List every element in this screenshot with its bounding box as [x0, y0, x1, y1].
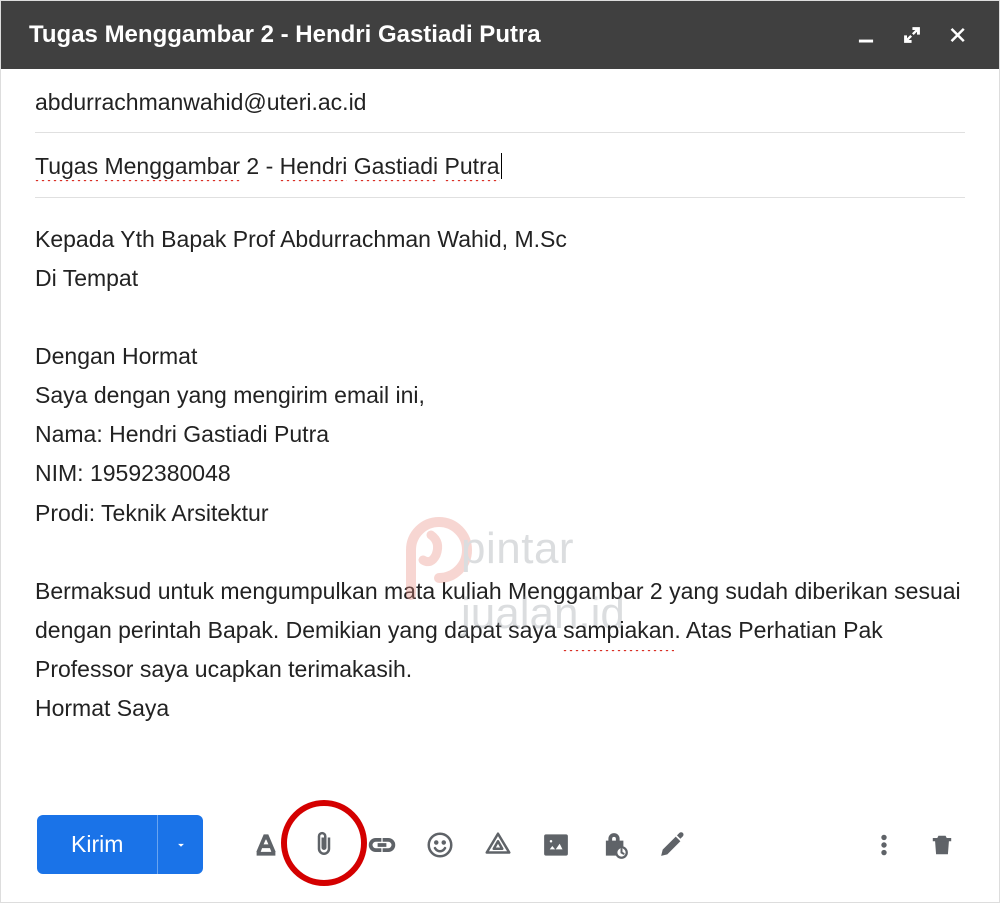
text-caret [501, 153, 502, 179]
formatting-button[interactable] [239, 818, 293, 872]
emoji-icon [425, 830, 455, 860]
body-line: Kepada Yth Bapak Prof Abdurrachman Wahid… [35, 220, 965, 259]
image-icon [541, 830, 571, 860]
close-button[interactable] [935, 12, 981, 58]
body-blank [35, 298, 965, 337]
insert-signature-button[interactable] [645, 818, 699, 872]
minimize-icon [856, 25, 876, 45]
trash-icon [929, 832, 955, 858]
more-vert-icon [871, 832, 897, 858]
spell-error: Tugas [35, 153, 98, 180]
drive-icon [483, 830, 513, 860]
body-line: Bermaksud untuk mengumpulkan mata kuliah… [35, 572, 965, 689]
insert-link-button[interactable] [355, 818, 409, 872]
insert-emoji-button[interactable] [413, 818, 467, 872]
body-line: Hormat Saya [35, 689, 965, 728]
attach-button[interactable] [297, 818, 351, 872]
confidential-mode-button[interactable] [587, 818, 641, 872]
pen-icon [657, 830, 687, 860]
insert-drive-button[interactable] [471, 818, 525, 872]
header-fields: abdurrachmanwahid@uteri.ac.id Tugas Meng… [1, 69, 999, 198]
recipient-field[interactable]: abdurrachmanwahid@uteri.ac.id [35, 69, 965, 133]
spell-error: Menggambar [104, 153, 240, 180]
compose-title: Tugas Menggambar 2 - Hendri Gastiadi Put… [29, 21, 843, 49]
caret-down-icon [174, 838, 188, 852]
expand-icon [902, 25, 922, 45]
link-icon [367, 830, 397, 860]
body-line: Nama: Hendri Gastiadi Putra [35, 415, 965, 454]
body-line: Di Tempat [35, 259, 965, 298]
spell-error: Putra [445, 153, 500, 180]
text-format-icon [251, 830, 281, 860]
body-line: Saya dengan yang mengirim email ini, [35, 376, 965, 415]
fullscreen-button[interactable] [889, 12, 935, 58]
spell-error: sampiakan [563, 611, 674, 650]
compose-toolbar: Kirim [1, 801, 999, 902]
insert-photo-button[interactable] [529, 818, 583, 872]
body-line: Dengan Hormat [35, 337, 965, 376]
body-line: Prodi: Teknik Arsitektur [35, 494, 965, 533]
spell-error: Gastiadi [354, 153, 438, 180]
lock-clock-icon [599, 830, 629, 860]
discard-draft-button[interactable] [915, 818, 969, 872]
title-bar: Tugas Menggambar 2 - Hendri Gastiadi Put… [1, 1, 999, 69]
email-body[interactable]: pintar jualan.id Kepada Yth Bapak Prof A… [1, 198, 999, 801]
spell-error: Hendri [280, 153, 348, 180]
close-icon [948, 25, 968, 45]
compose-window: Tugas Menggambar 2 - Hendri Gastiadi Put… [0, 0, 1000, 903]
send-group: Kirim [37, 815, 203, 874]
body-blank [35, 533, 965, 572]
minimize-button[interactable] [843, 12, 889, 58]
paperclip-icon [309, 830, 339, 860]
body-line: NIM: 19592380048 [35, 454, 965, 493]
more-options-button[interactable] [857, 818, 911, 872]
subject-field[interactable]: Tugas Menggambar 2 - Hendri Gastiadi Put… [35, 133, 965, 198]
send-button[interactable]: Kirim [37, 815, 157, 874]
send-options-button[interactable] [157, 815, 203, 874]
